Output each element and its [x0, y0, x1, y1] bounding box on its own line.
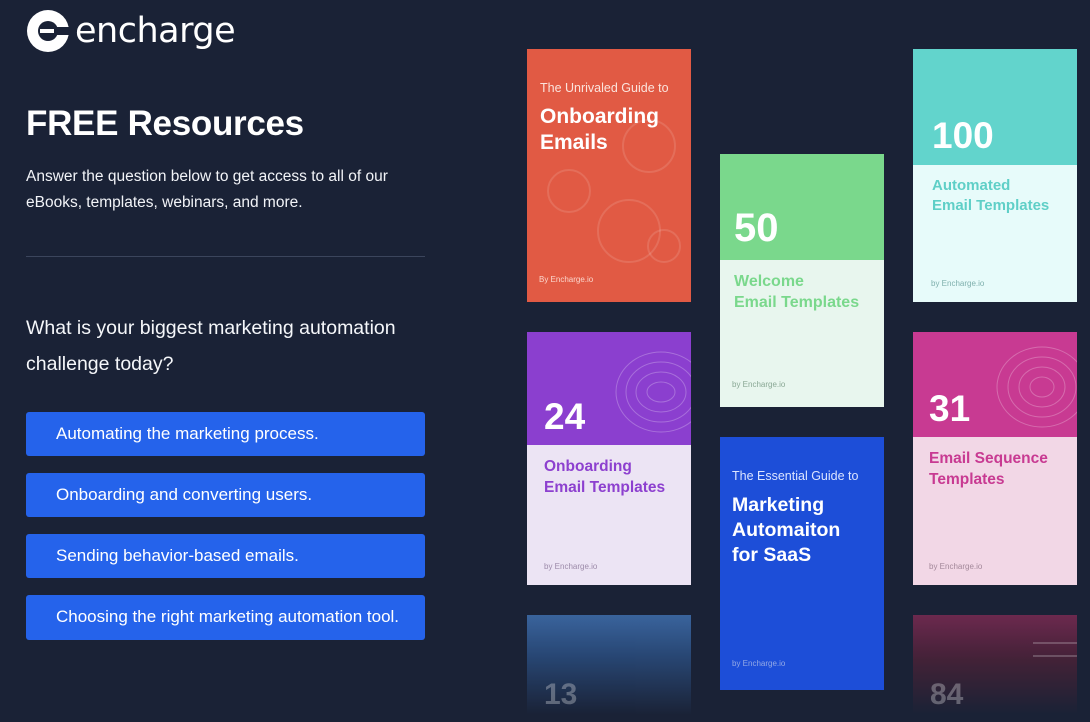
card-title-line: Onboarding [540, 105, 659, 128]
resource-card-onboarding-guide[interactable]: The Unrivaled Guide to Onboarding Emails… [527, 49, 691, 302]
pattern-decoration [547, 169, 591, 213]
card-author: by Encharge.io [732, 380, 786, 389]
glitch-line [1033, 655, 1077, 657]
card-number: 84 [930, 678, 964, 711]
resource-card-partial-left[interactable]: 13 [527, 615, 691, 715]
card-title-line: Email Templates [734, 294, 860, 311]
card-title-line: Email Templates [544, 479, 666, 496]
card-subtitle: The Essential Guide to [732, 469, 859, 483]
card-title-line: Emails [540, 131, 608, 154]
card-author: by Encharge.io [732, 659, 786, 668]
card-number: 50 [734, 206, 779, 250]
encharge-logo-icon [27, 10, 71, 52]
card-number: 100 [932, 115, 994, 156]
card-author: by Encharge.io [931, 279, 985, 288]
answer-automating-button[interactable]: Automating the marketing process. [26, 412, 425, 456]
answer-list: Automating the marketing process. Onboar… [26, 412, 425, 657]
card-header-band: 24 [527, 332, 691, 445]
card-title: Onboarding Emails [540, 104, 659, 156]
card-title-line: Welcome [734, 273, 804, 290]
pattern-decoration [647, 229, 681, 263]
card-title-line: Templates [929, 471, 1005, 488]
answer-choosing-tool-button[interactable]: Choosing the right marketing automation … [26, 595, 425, 640]
card-subtitle: The Unrivaled Guide to [540, 81, 669, 95]
contour-pattern-icon [615, 351, 691, 433]
answer-onboarding-button[interactable]: Onboarding and converting users. [26, 473, 425, 517]
card-title: Onboarding Email Templates [544, 456, 665, 498]
card-title-line: Automated [932, 177, 1011, 194]
divider [26, 256, 425, 257]
card-title-line: Automaiton [732, 519, 841, 541]
card-title: Welcome Email Templates [734, 271, 859, 313]
answer-behavior-emails-button[interactable]: Sending behavior-based emails. [26, 534, 425, 578]
card-title-line: Email Templates [932, 197, 1050, 214]
resource-card-welcome-templates[interactable]: 50 Welcome Email Templates by Encharge.i… [720, 154, 884, 407]
brand-name: encharge [75, 11, 236, 51]
intro-text: Answer the question below to get access … [26, 168, 388, 211]
card-title-line: Email Sequence [929, 450, 1048, 467]
card-author: by Encharge.io [929, 562, 983, 571]
resource-card-marketing-guide[interactable]: The Essential Guide to Marketing Automai… [720, 437, 884, 690]
card-title-line: for SaaS [732, 544, 812, 566]
card-title: Marketing Automaiton for SaaS [732, 493, 840, 568]
glitch-line [1033, 642, 1077, 644]
card-author: By Encharge.io [539, 275, 594, 284]
card-header-band: 31 [913, 332, 1077, 437]
card-title-line: Marketing [732, 494, 825, 516]
card-title: Automated Email Templates [932, 176, 1049, 216]
card-header-band: 50 [720, 154, 884, 260]
resource-card-sequence-templates[interactable]: 31 Email Sequence Templates by Encharge.… [913, 332, 1077, 585]
card-number: 31 [929, 388, 971, 429]
resource-card-onboarding-templates[interactable]: 24 Onboarding Email Templates by Encharg… [527, 332, 691, 585]
page-title: FREE Resources [26, 104, 304, 143]
quiz-question: What is your biggest marketing automatio… [26, 317, 396, 375]
resource-card-partial-right[interactable]: 84 [913, 615, 1077, 715]
card-author: by Encharge.io [544, 562, 598, 571]
card-title: Email Sequence Templates [929, 448, 1048, 490]
card-number: 13 [544, 678, 578, 711]
resource-card-automated-templates[interactable]: 100 Automated Email Templates by Encharg… [913, 49, 1077, 302]
card-number: 24 [544, 396, 586, 437]
contour-pattern-icon [996, 346, 1077, 428]
card-header-band: 100 [913, 49, 1077, 165]
card-title-line: Onboarding [544, 458, 632, 475]
brand-logo[interactable]: encharge [25, 8, 236, 54]
